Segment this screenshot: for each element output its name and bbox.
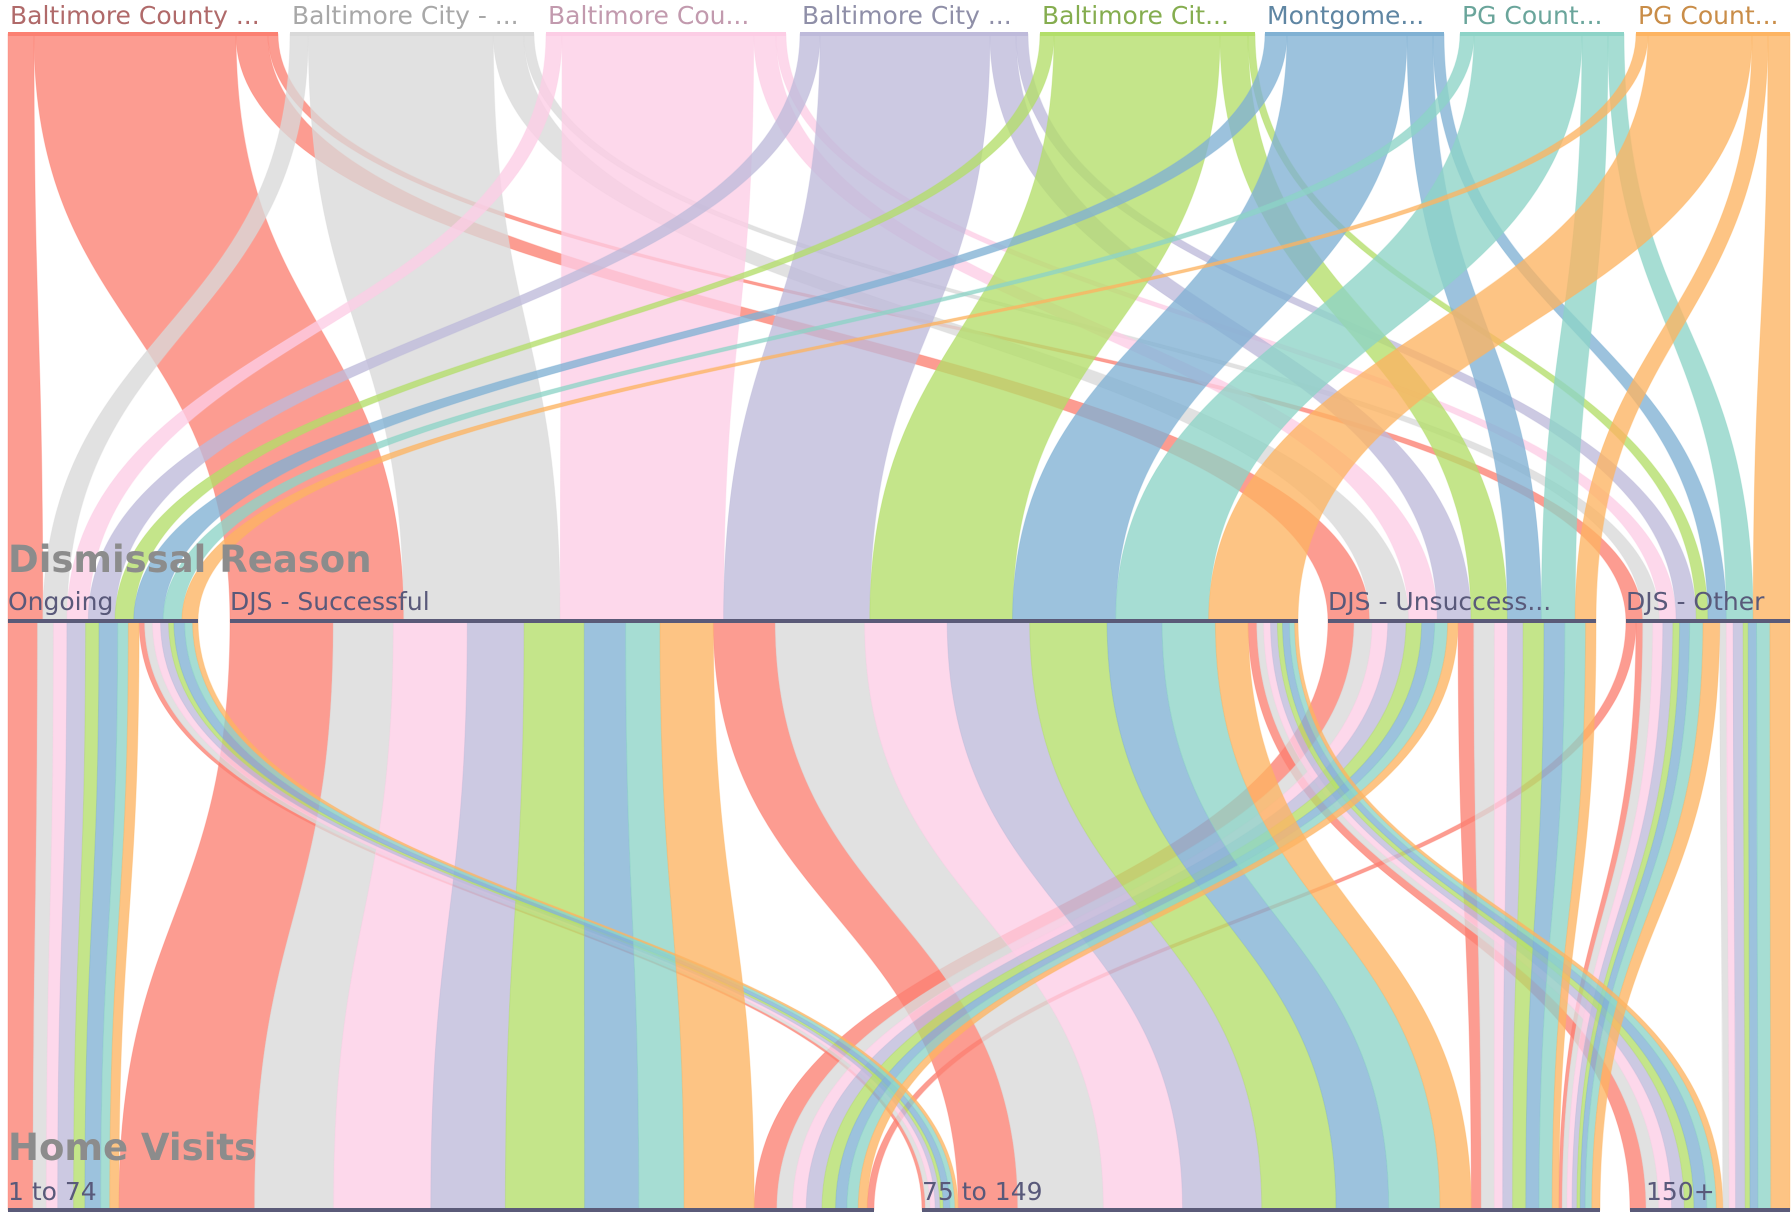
category-label[interactable]: Baltimore Cit... [1042, 1, 1229, 30]
ribbon-dismissal-to-visits [1769, 620, 1791, 1211]
category-label[interactable]: PG Count... [1638, 1, 1778, 30]
category-label[interactable]: DJS - Unsuccess... [1328, 587, 1551, 616]
dimension-title: Dismissal Reason [8, 538, 372, 581]
category-label[interactable]: 1 to 74 [8, 1177, 97, 1206]
category-label[interactable]: 150+ [1646, 1177, 1715, 1206]
ribbon-dismissal-to-visits [1755, 620, 1772, 1211]
category-label[interactable]: Baltimore County ... [10, 1, 260, 30]
category-label[interactable]: 75 to 149 [922, 1177, 1043, 1206]
ribbon-origin-to-dismissal [7, 33, 44, 622]
category-label[interactable]: Ongoing [8, 587, 113, 616]
category-label[interactable]: PG Count... [1462, 1, 1602, 30]
category-label[interactable]: Baltimore Cou... [548, 1, 749, 30]
category-label[interactable]: Baltimore City ... [802, 1, 1012, 30]
category-label[interactable]: DJS - Other [1626, 587, 1765, 616]
parallel-sets-chart: Baltimore County ... Baltimore City - ...… [7, 1, 1791, 1212]
category-label[interactable]: DJS - Successful [230, 587, 430, 616]
dimension-title: Home Visits [8, 1126, 256, 1169]
category-label[interactable]: Baltimore City - ... [292, 1, 519, 30]
category-label[interactable]: Montgome... [1267, 1, 1424, 30]
